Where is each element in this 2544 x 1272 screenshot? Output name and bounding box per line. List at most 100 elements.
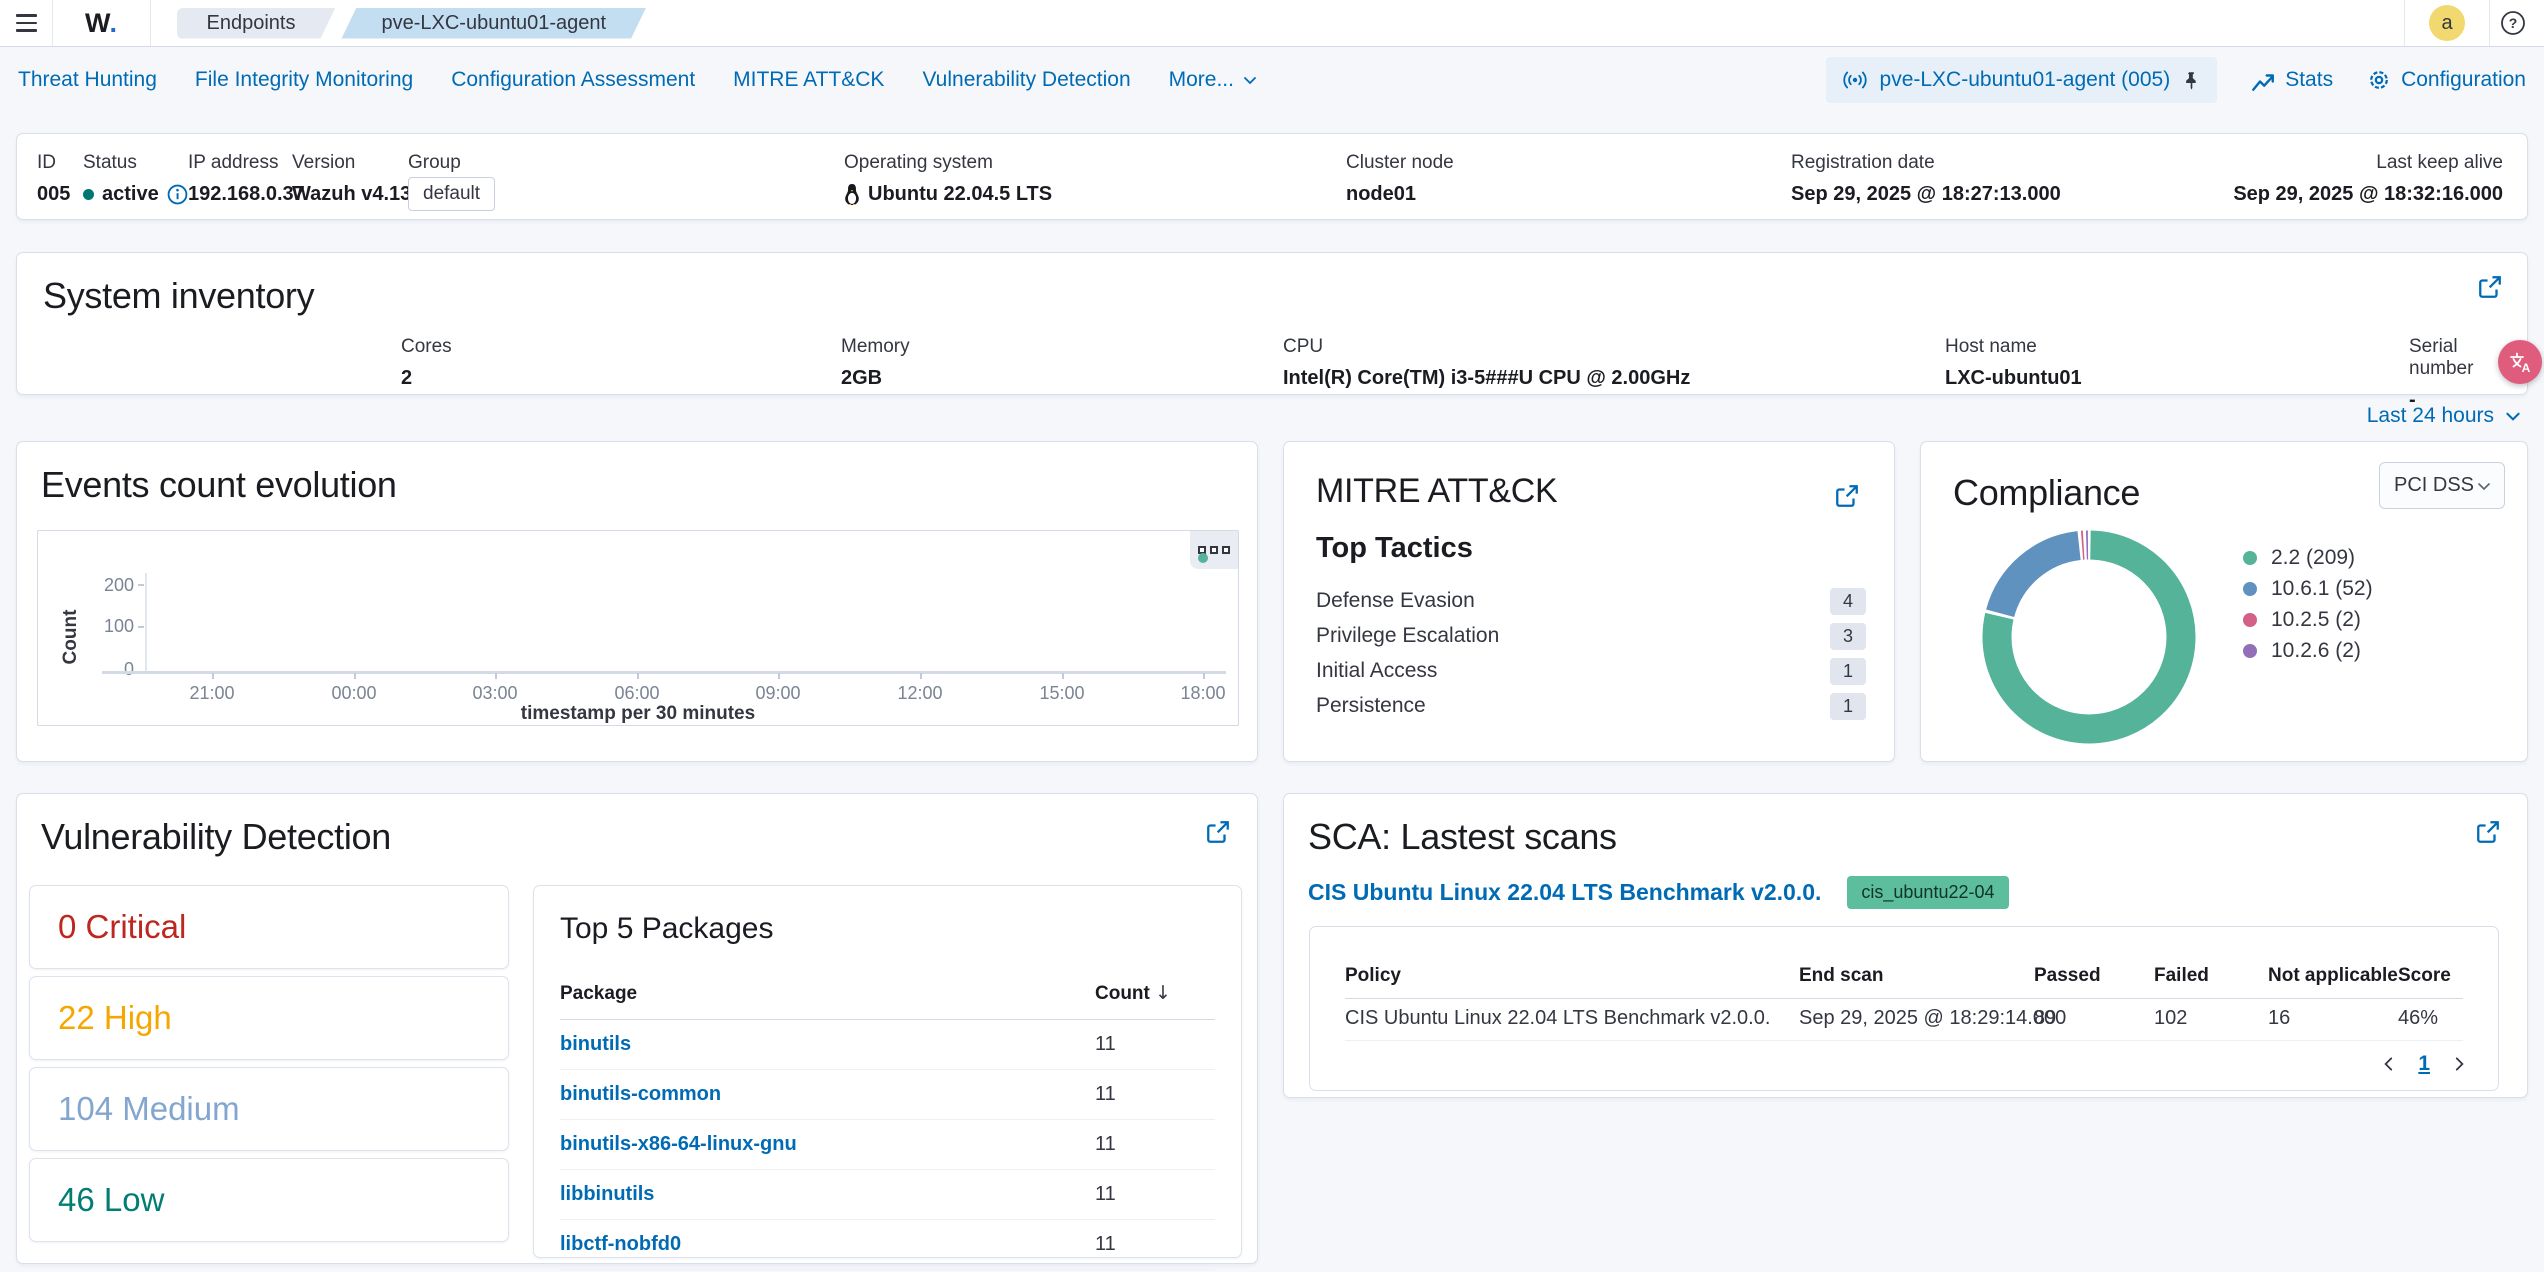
pinned-agent-button[interactable]: pve-LXC-ubuntu01-agent (005) [1826,57,2218,103]
legend-item[interactable]: 10.2.5 (2) [2243,604,2373,635]
broadcast-icon [1842,70,1868,90]
system-inventory-title: System inventory [43,275,314,317]
agent-os-field: Operating system Ubuntu 22.04.5 LTS [844,152,1052,206]
chevron-down-icon [2504,407,2522,425]
group-chip[interactable]: default [408,177,495,211]
x-tick: 00:00 [314,683,394,704]
previous-page-icon[interactable] [2380,1055,2398,1073]
tab-more[interactable]: More... [1169,68,1258,92]
tactic-row[interactable]: Privilege Escalation 3 [1316,619,1866,653]
package-column-header[interactable]: Package [560,972,1095,1020]
breadcrumb-agent[interactable]: pve-LXC-ubuntu01-agent [341,8,646,39]
package-link[interactable]: libctf-nobfd0 [560,1233,681,1256]
translate-extension-badge[interactable]: A [2498,340,2542,384]
events-panel: Events count evolution Count 200 100 0 2… [16,441,1258,762]
chart-legend-toggle-icon[interactable] [1190,531,1238,569]
chevron-down-icon [1242,72,1258,88]
framework-select[interactable]: PCI DSS [2379,462,2505,509]
external-link-icon[interactable] [1203,818,1233,848]
divider [150,0,151,46]
table-row: binutils-x86-64-linux-gnu 11 [560,1120,1215,1170]
configuration-button[interactable]: Configuration [2367,68,2526,92]
x-tick: 18:00 [1163,683,1243,704]
page-number[interactable]: 1 [2418,1052,2430,1076]
legend-item[interactable]: 10.2.6 (2) [2243,635,2373,666]
tab-configuration-assessment[interactable]: Configuration Assessment [451,68,695,92]
tab-threat-hunting[interactable]: Threat Hunting [18,68,157,92]
low-stat-card[interactable]: 46 Low [29,1158,509,1242]
tactic-count-badge: 1 [1830,658,1866,685]
external-link-icon[interactable] [1832,482,1862,512]
external-link-icon[interactable] [2475,273,2505,303]
compliance-title: Compliance [1953,472,2140,514]
gear-icon [2367,68,2391,92]
x-tick: 03:00 [455,683,535,704]
sca-policy-link[interactable]: CIS Ubuntu Linux 22.04 LTS Benchmark v2.… [1308,879,1821,906]
high-stat-card[interactable]: 22 High [29,976,509,1060]
help-icon[interactable]: ? [2490,0,2536,46]
breadcrumb: Endpoints pve-LXC-ubuntu01-agent [177,8,647,39]
critical-stat-card[interactable]: 0 Critical [29,885,509,969]
tab-file-integrity-monitoring[interactable]: File Integrity Monitoring [195,68,413,92]
legend-item[interactable]: 10.6.1 (52) [2243,573,2373,604]
tab-mitre-attck[interactable]: MITRE ATT&CK [733,68,884,92]
status-dot [83,189,94,200]
compliance-donut-chart[interactable] [1979,527,2199,747]
top-packages-table: Package Count ↓ binutils 11 binutils-com… [560,972,1215,1270]
wazuh-logo[interactable]: W. [53,8,150,39]
sca-title: SCA: Lastest scans [1308,816,1617,858]
table-row[interactable]: CIS Ubuntu Linux 22.04 LTS Benchmark v2.… [1345,999,2463,1041]
x-tick: 15:00 [1022,683,1102,704]
tactic-row[interactable]: Persistence 1 [1316,689,1866,723]
y-tick: 200 [94,575,134,596]
legend-dot [2243,551,2257,565]
vulnerability-panel: Vulnerability Detection 0 Critical 22 Hi… [16,793,1258,1264]
medium-stat-card[interactable]: 104 Medium [29,1067,509,1151]
time-range-selector[interactable]: Last 24 hours [2367,404,2522,428]
agent-status-field: Status active [83,152,188,206]
x-axis-title: timestamp per 30 minutes [38,703,1238,725]
table-header-row: Policy End scan Passed Failed Not applic… [1345,957,2463,999]
x-tick: 12:00 [880,683,960,704]
agent-cluster-field: Cluster nodenode01 [1346,152,1454,206]
package-link[interactable]: libbinutils [560,1183,654,1206]
divider [2404,0,2405,46]
menu-icon[interactable] [0,0,52,46]
legend-dot [2243,582,2257,596]
agent-keepalive-field: Last keep aliveSep 29, 2025 @ 18:32:16.0… [2233,152,2503,206]
legend-dot [2243,613,2257,627]
system-inventory-panel: System inventory Cores2 Memory2GB CPUInt… [16,252,2528,395]
wazuh-agent-dashboard: W. Endpoints pve-LXC-ubuntu01-agent a ? … [0,0,2544,1272]
events-title: Events count evolution [41,464,397,506]
table-row: libbinutils 11 [560,1170,1215,1220]
agent-ip-field: IP address192.168.0.37 [188,152,305,206]
tactic-row[interactable]: Defense Evasion 4 [1316,584,1866,618]
package-link[interactable]: binutils-common [560,1083,721,1106]
package-link[interactable]: binutils-x86-64-linux-gnu [560,1133,797,1156]
external-link-icon[interactable] [2473,818,2503,848]
next-page-icon[interactable] [2450,1055,2468,1073]
user-avatar[interactable]: a [2429,5,2465,41]
svg-text:?: ? [2509,15,2518,31]
stats-icon [2251,68,2275,92]
legend-item[interactable]: 2.2 (209) [2243,542,2373,573]
top-packages-title: Top 5 Packages [560,912,1215,946]
agent-registration-field: Registration dateSep 29, 2025 @ 18:27:13… [1791,152,2061,206]
sca-policy-row: CIS Ubuntu Linux 22.04 LTS Benchmark v2.… [1308,876,2009,909]
memory-field: Memory2GB [841,336,910,390]
sort-desc-icon: ↓ [1155,982,1171,1004]
tab-vulnerability-detection[interactable]: Vulnerability Detection [922,68,1130,92]
agent-id-field: ID005 [37,152,70,206]
count-column-header[interactable]: Count ↓ [1095,972,1215,1020]
events-chart: Count 200 100 0 21:00 00:00 03:00 06:00 … [37,530,1239,726]
x-tick: 09:00 [738,683,818,704]
info-icon[interactable] [167,184,188,205]
breadcrumb-endpoints[interactable]: Endpoints [177,8,336,39]
y-axis-label: Count [60,602,82,672]
legend-dot [2243,644,2257,658]
sca-scans-card: Policy End scan Passed Failed Not applic… [1309,926,2499,1091]
svg-text:A: A [2522,361,2531,375]
stats-button[interactable]: Stats [2251,68,2333,92]
package-link[interactable]: binutils [560,1033,631,1056]
tactic-row[interactable]: Initial Access 1 [1316,654,1866,688]
